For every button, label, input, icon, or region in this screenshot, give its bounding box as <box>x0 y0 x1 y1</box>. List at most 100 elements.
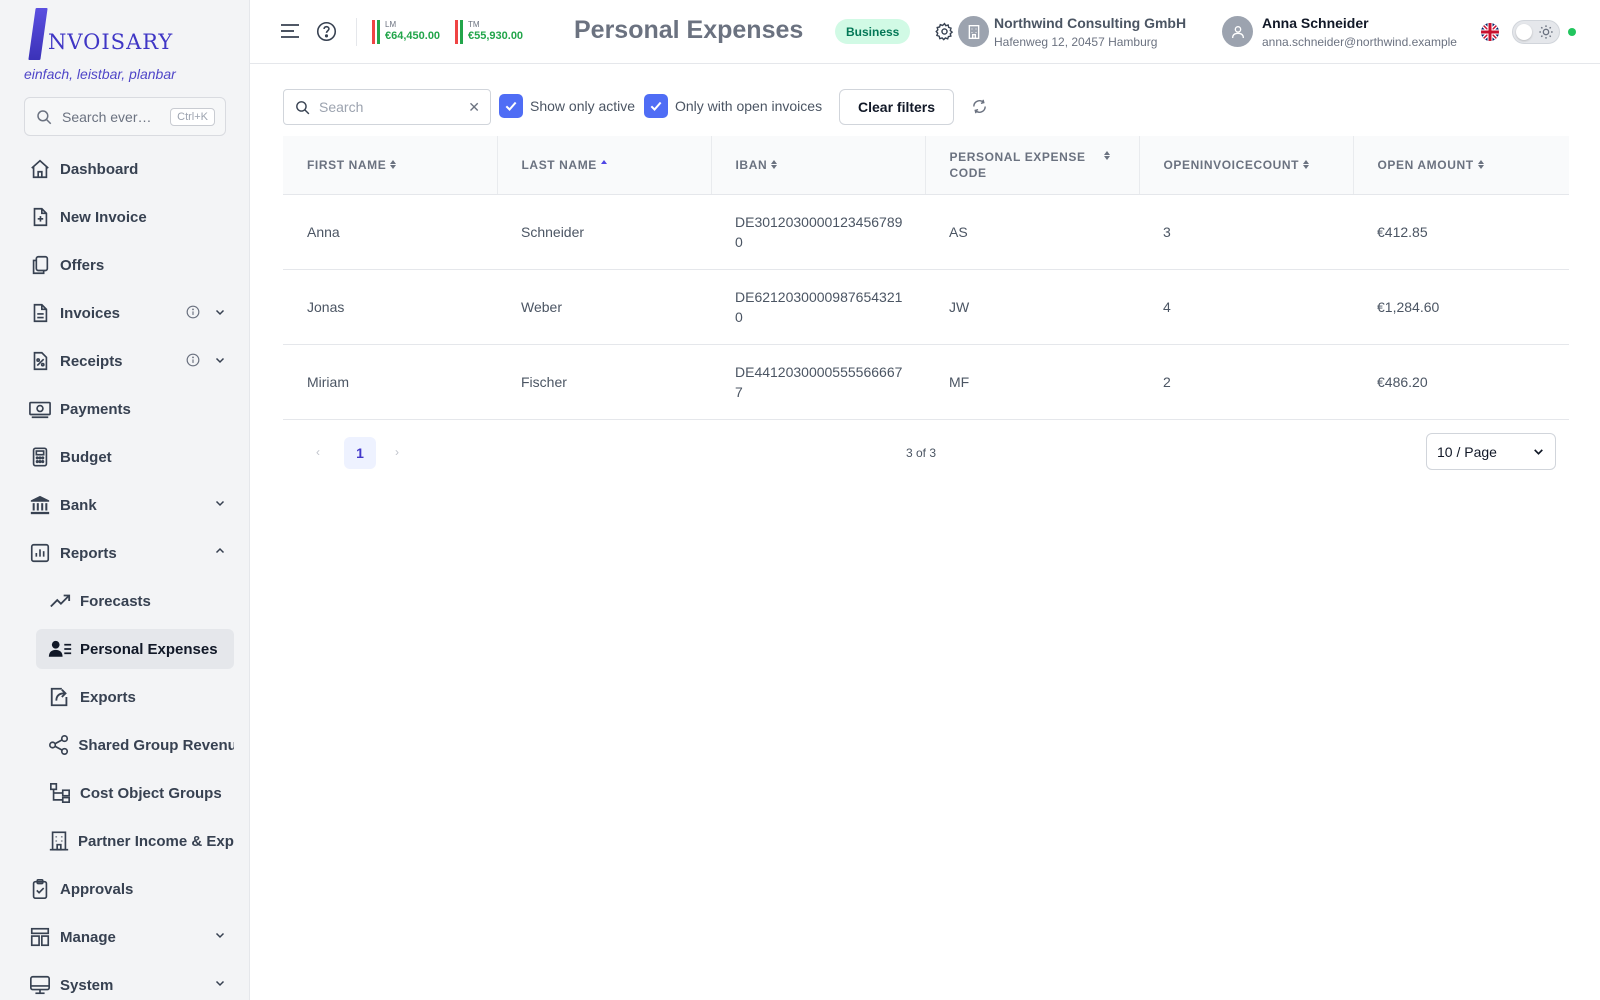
prev-page-button[interactable]: ‹ <box>316 445 320 459</box>
menu-toggle-icon[interactable] <box>280 22 300 40</box>
clear-search-icon[interactable]: ✕ <box>468 99 480 116</box>
column-header-open-amount[interactable]: Open Amount <box>1353 136 1569 195</box>
refresh-icon[interactable] <box>971 98 988 115</box>
app-logo[interactable]: NVOISARY <box>28 6 174 60</box>
info-icon[interactable] <box>186 353 200 367</box>
logo-text: NVOISARY <box>48 30 174 54</box>
sidebar-item-new-invoice[interactable]: New Invoice <box>24 197 234 237</box>
sidebar-item-label: Manage <box>60 928 116 946</box>
table-row[interactable]: Miriam Fischer DE44120300005555666677 MF… <box>283 344 1569 420</box>
table-row[interactable]: Jonas Weber DE62120300009876543210 JW 4 … <box>283 269 1569 345</box>
sidebar-item-label: Shared Group Revenue <box>78 736 234 754</box>
sidebar-item-label: System <box>60 976 114 994</box>
sidebar-item-manage[interactable]: Manage <box>24 917 234 957</box>
sidebar-subitem-cost-object-groups[interactable]: Cost Object Groups <box>36 773 234 813</box>
user-name[interactable]: Anna Schneider <box>1262 15 1369 31</box>
sidebar-item-label: Bank <box>60 496 97 514</box>
search-input[interactable] <box>319 99 459 115</box>
global-search[interactable]: Search ever… Ctrl+K <box>24 97 226 136</box>
sidebar-item-label: New Invoice <box>60 208 147 226</box>
sidebar-item-system[interactable]: System <box>24 965 234 1000</box>
page-size-value: 10 / Page <box>1437 443 1497 460</box>
user-email: anna.schneider@northwind.example <box>1262 35 1457 49</box>
kpi-this-month[interactable]: TM €55,930.00 <box>455 20 523 44</box>
column-header-iban[interactable]: IBAN <box>711 136 926 195</box>
record-count: 3 of 3 <box>906 446 937 460</box>
sidebar-item-bank[interactable]: Bank <box>24 485 234 525</box>
sidebar-item-approvals[interactable]: Approvals <box>24 869 234 909</box>
file-plus-icon <box>28 205 52 229</box>
checkbox-checked-icon[interactable] <box>499 94 523 118</box>
cell-expense-code: MF <box>925 344 1139 420</box>
sidebar-item-budget[interactable]: Budget <box>24 437 234 477</box>
sidebar-item-payments[interactable]: Payments <box>24 389 234 429</box>
help-icon[interactable] <box>316 21 337 42</box>
chevron-down-icon[interactable] <box>214 306 226 318</box>
bank-icon <box>28 493 52 517</box>
sidebar-item-label: Receipts <box>60 352 123 370</box>
filter-bar: ✕ Show only active Only with open invoic… <box>283 89 1573 125</box>
chevron-down-icon[interactable] <box>214 354 226 366</box>
show-only-active-checkbox[interactable]: Show only active <box>499 94 635 118</box>
table-search[interactable]: ✕ <box>283 89 491 125</box>
table-row[interactable]: Anna Schneider DE30120300001234567890 AS… <box>283 194 1569 270</box>
next-page-button[interactable]: › <box>395 445 399 459</box>
user-list-icon <box>48 637 72 661</box>
sidebar-item-offers[interactable]: Offers <box>24 245 234 285</box>
chevron-down-icon[interactable] <box>214 929 226 941</box>
sort-icon[interactable] <box>1303 160 1310 170</box>
sort-ascending-icon[interactable] <box>600 160 607 169</box>
sort-icon[interactable] <box>390 160 397 170</box>
column-header-last-name[interactable]: Last Name <box>497 136 712 195</box>
sort-icon[interactable] <box>1103 150 1110 160</box>
kpi-label: TM <box>468 20 480 29</box>
user-avatar[interactable] <box>1222 16 1253 47</box>
sidebar-item-extras <box>214 929 226 941</box>
sidebar-item-reports[interactable]: Reports <box>24 533 234 573</box>
sun-icon <box>1538 24 1554 40</box>
company-name[interactable]: Northwind Consulting GmbH <box>994 15 1186 31</box>
sidebar-item-label: Forecasts <box>80 592 151 610</box>
theme-toggle[interactable] <box>1512 20 1560 44</box>
chevron-down-icon[interactable] <box>214 497 226 509</box>
kpi-last-month[interactable]: LM €64,450.00 <box>372 20 440 44</box>
language-flag-icon[interactable] <box>1480 22 1500 42</box>
company-avatar[interactable] <box>958 16 989 47</box>
only-open-invoices-checkbox[interactable]: Only with open invoices <box>644 94 822 118</box>
export-icon <box>48 685 72 709</box>
search-icon <box>35 108 53 126</box>
building-icon <box>48 829 70 853</box>
file-icon <box>28 301 52 325</box>
column-header-first-name[interactable]: First Name <box>283 136 498 195</box>
sidebar-item-invoices[interactable]: Invoices <box>24 293 234 333</box>
iban-value: DE44120300005555666677 <box>735 363 903 400</box>
sidebar-subitem-exports[interactable]: Exports <box>36 677 234 717</box>
sidebar-item-label: Offers <box>60 256 105 274</box>
sidebar-item-label: Reports <box>60 544 117 562</box>
column-header-label: OpenInvoiceCount <box>1163 157 1300 172</box>
chevron-down-icon[interactable] <box>214 977 226 989</box>
sidebar-item-receipts[interactable]: Receipts <box>24 341 234 381</box>
column-header-label: Open Amount <box>1377 157 1474 172</box>
online-status-dot <box>1568 28 1576 36</box>
gear-icon[interactable] <box>935 22 954 41</box>
column-header-personal-expense-code[interactable]: Personal Expense Code <box>925 136 1140 195</box>
sidebar-subitem-forecasts[interactable]: Forecasts <box>36 581 234 621</box>
chevron-up-icon[interactable] <box>214 545 226 557</box>
sidebar-item-dashboard[interactable]: Dashboard <box>24 149 234 189</box>
company-address: Hafenweg 12, 20457 Hamburg <box>994 35 1158 49</box>
sort-icon[interactable] <box>771 160 778 170</box>
column-header-open-invoice-count[interactable]: OpenInvoiceCount <box>1139 136 1354 195</box>
column-header-label: IBAN <box>735 157 768 172</box>
app-root: NVOISARY einfach, leistbar, planbar Sear… <box>0 0 1600 1000</box>
page-size-select[interactable]: 10 / Page <box>1426 433 1556 470</box>
sidebar-subitem-shared-group-revenue[interactable]: Shared Group Revenue <box>36 725 234 765</box>
checkbox-checked-icon[interactable] <box>644 94 668 118</box>
info-icon[interactable] <box>186 305 200 319</box>
page-number-button[interactable]: 1 <box>344 437 376 469</box>
cell-first-name: Jonas <box>283 269 497 345</box>
sidebar-subitem-personal-expenses[interactable]: Personal Expenses <box>36 629 234 669</box>
sidebar-subitem-partner-income-expenses[interactable]: Partner Income & Expenses <box>36 821 234 861</box>
sort-icon[interactable] <box>1477 160 1484 170</box>
clear-filters-button[interactable]: Clear filters <box>839 89 955 125</box>
